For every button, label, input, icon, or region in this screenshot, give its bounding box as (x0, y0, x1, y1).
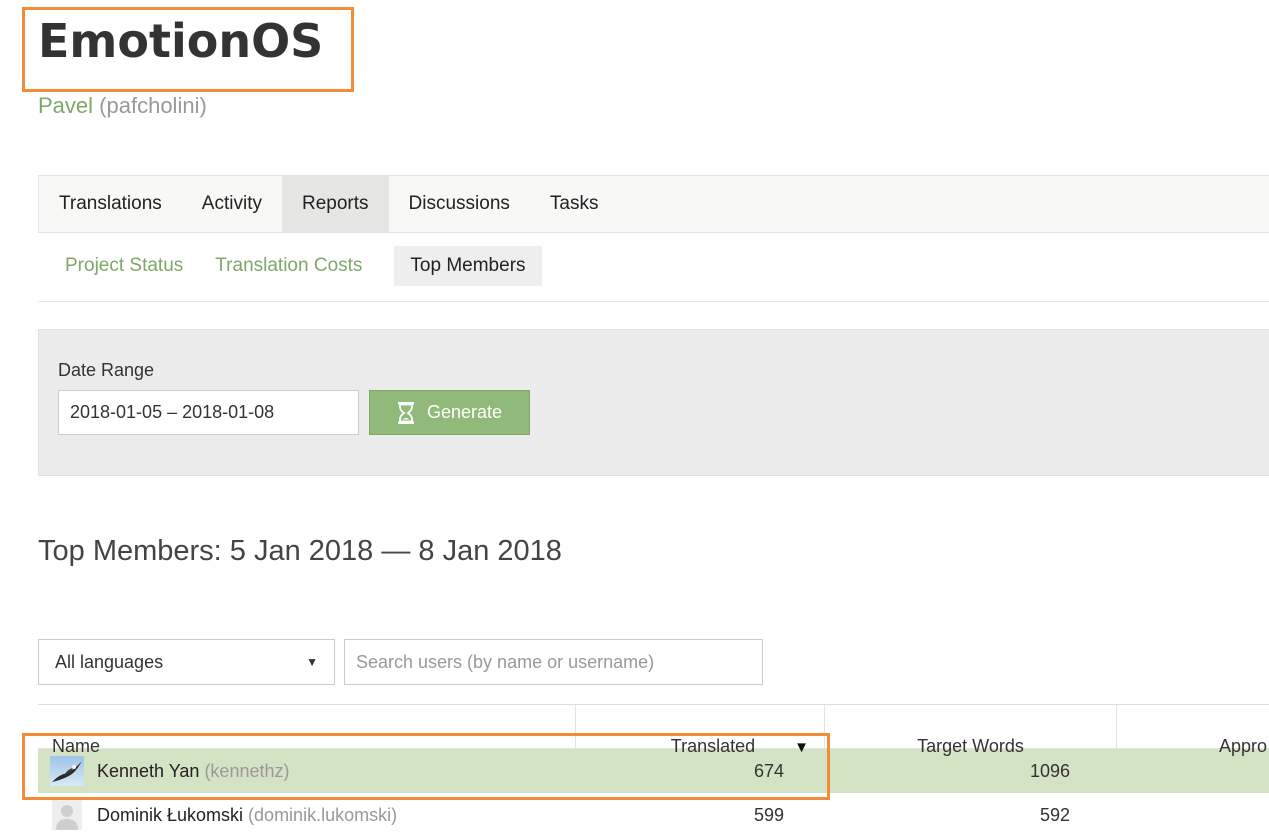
dropdown-arrow-icon: ▼ (306, 655, 318, 669)
tab-activity[interactable]: Activity (182, 176, 282, 232)
translated-count: 599 (753, 804, 784, 825)
tab-reports[interactable]: Reports (281, 176, 389, 232)
date-range-label: Date Range (58, 360, 155, 380)
table-row[interactable]: Dominik Łukomski (dominik.lukomski) 599 … (38, 793, 1269, 837)
date-range-input[interactable]: 2018-01-05 – 2018-01-08 (58, 390, 359, 435)
member-name[interactable]: Dominik Łukomski (97, 805, 243, 826)
main-tabs: Translations Activity Reports Discussion… (38, 175, 1269, 233)
header-target-words[interactable]: Target Words (824, 705, 1116, 756)
subtab-top-members[interactable]: Top Members (394, 246, 542, 286)
filter-panel: Date Range 2018-01-05 – 2018-01-08 Gener… (38, 329, 1269, 476)
user-search-input[interactable] (344, 639, 763, 685)
generate-button-label: Generate (426, 402, 503, 422)
language-select-value: All languages (55, 651, 164, 672)
member-username: (dominik.lukomski) (248, 804, 398, 825)
project-owner: Pavel (pafcholini) (38, 93, 207, 119)
target-words-count: 592 (1039, 804, 1070, 825)
target-words-count: 1096 (1029, 760, 1070, 781)
sort-desc-icon: ▼ (794, 739, 809, 756)
table-row[interactable]: Kenneth Yan (kennethz) 674 1096 (38, 749, 1269, 793)
header-name[interactable]: Name (38, 705, 575, 756)
table-header: Name Translated ▼ Target Words Appro (38, 705, 1269, 756)
tab-translations[interactable]: Translations (39, 176, 182, 232)
header-approved[interactable]: Appro (1116, 705, 1269, 756)
avatar (50, 800, 84, 830)
owner-name-link[interactable]: Pavel (38, 93, 93, 118)
title-highlight-box (22, 7, 354, 92)
avatar (50, 756, 84, 786)
hourglass-icon (397, 401, 415, 425)
page: EmotionOS Pavel (pafcholini) Translation… (0, 0, 1269, 840)
generate-button[interactable]: Generate (369, 390, 530, 435)
tab-discussions[interactable]: Discussions (389, 176, 530, 232)
member-name[interactable]: Kenneth Yan (97, 761, 199, 782)
header-translated[interactable]: Translated ▼ (575, 705, 824, 756)
language-select[interactable]: All languages ▼ (38, 639, 335, 685)
member-username: (kennethz) (204, 760, 290, 781)
members-table: Name Translated ▼ Target Words Appro Ken… (38, 704, 1269, 837)
subtab-project-status[interactable]: Project Status (49, 246, 199, 286)
translated-count: 674 (753, 760, 784, 781)
tab-tasks[interactable]: Tasks (530, 176, 619, 232)
subtab-translation-costs[interactable]: Translation Costs (199, 246, 378, 286)
report-sub-tabs: Project Status Translation Costs Top Mem… (38, 246, 1269, 302)
owner-username: (pafcholini) (99, 93, 207, 118)
report-heading: Top Members: 5 Jan 2018 — 8 Jan 2018 (38, 535, 562, 567)
